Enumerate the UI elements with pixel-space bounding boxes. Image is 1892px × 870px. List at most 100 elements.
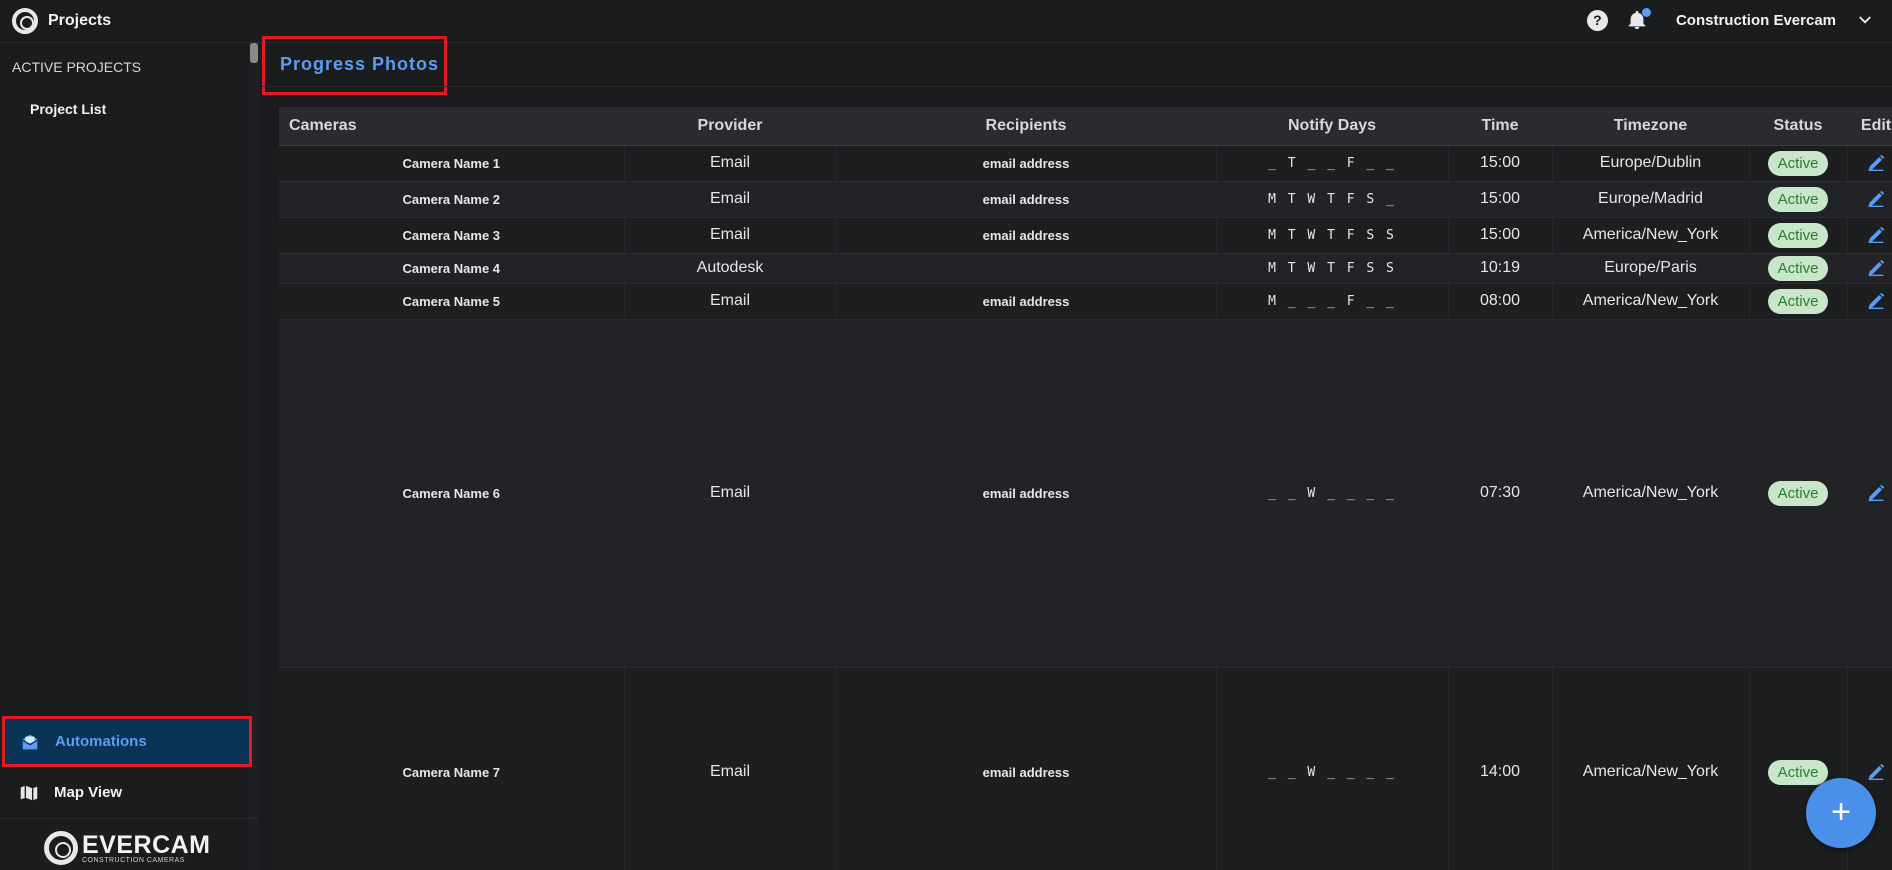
- column-header[interactable]: Recipients: [836, 107, 1216, 146]
- time-cell: 07:30: [1448, 319, 1553, 667]
- status-badge: Active: [1767, 186, 1829, 212]
- automations-table: Cameras Provider Recipients Notify Days …: [279, 107, 1892, 870]
- time-cell: 08:00: [1448, 283, 1553, 319]
- camera-name-cell: Camera Name 2: [279, 181, 625, 217]
- recipients-cell: email address: [836, 319, 1217, 667]
- status-cell: Active: [1749, 181, 1848, 217]
- provider-cell: Email: [624, 145, 837, 181]
- edit-cell: [1847, 181, 1892, 217]
- notify-days-cell: M _ _ _ F _ _: [1216, 283, 1449, 319]
- add-automation-button[interactable]: +: [1806, 778, 1876, 848]
- pencil-icon[interactable]: [1865, 152, 1887, 174]
- column-header[interactable]: Timezone: [1552, 107, 1749, 146]
- projects-link[interactable]: Projects: [12, 8, 111, 34]
- provider-cell: Autodesk: [624, 253, 837, 283]
- table-row[interactable]: Camera Name 7 Email email address _ _ W _ _…: [279, 667, 1892, 870]
- column-header: Edit: [1847, 107, 1892, 146]
- camera-name-cell: Camera Name 7: [279, 667, 625, 870]
- timezone-cell: Europe/Dublin: [1552, 145, 1750, 181]
- column-header[interactable]: Status: [1749, 107, 1847, 146]
- notify-days-cell: _ T _ _ F _ _: [1216, 145, 1449, 181]
- time-cell: 15:00: [1448, 145, 1553, 181]
- evercam-footer-logo: EVERCAM CONSTRUCTION CAMERAS: [44, 831, 211, 865]
- sidebar-item-project-list[interactable]: Project List: [30, 101, 106, 117]
- table-header-row: Cameras Provider Recipients Notify Days …: [279, 107, 1892, 146]
- notify-days-cell: _ _ W _ _ _ _: [1216, 667, 1449, 870]
- time-cell: 14:00: [1448, 667, 1553, 870]
- time-cell: 15:00: [1448, 217, 1553, 253]
- provider-cell: Email: [624, 319, 837, 667]
- evercam-logo-icon: [12, 8, 38, 34]
- timezone-cell: America/New_York: [1552, 283, 1750, 319]
- status-cell: Active: [1749, 283, 1848, 319]
- sidebar-item-label: Automations: [55, 733, 147, 750]
- sidebar-item-map-view[interactable]: Map View: [2, 767, 252, 818]
- help-icon[interactable]: ?: [1586, 9, 1608, 31]
- edit-cell: [1847, 217, 1892, 253]
- pencil-icon[interactable]: [1865, 224, 1887, 246]
- page-title: Progress Photos: [280, 54, 440, 74]
- camera-name-cell: Camera Name 4: [279, 253, 625, 283]
- sidebar-footer: EVERCAM CONSTRUCTION CAMERAS: [0, 818, 259, 870]
- user-menu-name[interactable]: Construction Evercam: [1676, 12, 1836, 29]
- active-projects-label: ACTIVE PROJECTS: [12, 59, 142, 75]
- table-row[interactable]: Camera Name 2 Email email address M T W T F…: [279, 181, 1892, 217]
- chevron-down-icon[interactable]: [1856, 11, 1874, 29]
- column-header[interactable]: Cameras: [279, 107, 624, 146]
- notify-days-cell: M T W T F S S: [1216, 217, 1449, 253]
- status-badge: Active: [1767, 288, 1829, 314]
- title-divider: [262, 86, 1892, 87]
- status-badge: Active: [1767, 222, 1829, 248]
- map-icon: [20, 785, 38, 800]
- notify-days-cell: M T W T F S S: [1216, 253, 1449, 283]
- recipients-cell: email address: [836, 217, 1217, 253]
- pencil-icon[interactable]: [1865, 257, 1887, 279]
- sidebar-item-automations[interactable]: Automations: [2, 716, 252, 767]
- notify-days-cell: _ _ W _ _ _ _: [1216, 319, 1449, 667]
- table-row[interactable]: Camera Name 3 Email email address M T W T F…: [279, 217, 1892, 253]
- timezone-cell: Europe/Paris: [1552, 253, 1750, 283]
- table-row[interactable]: Camera Name 1 Email email address _ T _ _ F…: [279, 145, 1892, 181]
- evercam-mark-icon: [44, 831, 78, 865]
- notification-bell-icon[interactable]: [1626, 8, 1651, 31]
- pencil-icon[interactable]: [1865, 482, 1887, 504]
- time-cell: 15:00: [1448, 181, 1553, 217]
- camera-name-cell: Camera Name 5: [279, 283, 625, 319]
- column-header[interactable]: Provider: [624, 107, 836, 146]
- camera-name-cell: Camera Name 1: [279, 145, 625, 181]
- recipients-cell: email address: [836, 283, 1217, 319]
- pencil-icon[interactable]: [1865, 290, 1887, 312]
- column-header[interactable]: Notify Days: [1216, 107, 1448, 146]
- recipients-cell: email address: [836, 145, 1217, 181]
- camera-name-cell: Camera Name 6: [279, 319, 625, 667]
- status-badge: Active: [1767, 255, 1829, 281]
- status-cell: Active: [1749, 145, 1848, 181]
- column-header[interactable]: Time: [1448, 107, 1552, 146]
- recipients-cell: email address: [836, 181, 1217, 217]
- provider-cell: Email: [624, 217, 837, 253]
- provider-cell: Email: [624, 181, 837, 217]
- status-badge: Active: [1767, 759, 1829, 785]
- timezone-cell: America/New_York: [1552, 319, 1750, 667]
- recipients-cell: email address: [836, 667, 1217, 870]
- edit-cell: [1847, 319, 1892, 667]
- provider-cell: Email: [624, 283, 837, 319]
- status-badge: Active: [1767, 480, 1829, 506]
- timezone-cell: America/New_York: [1552, 217, 1750, 253]
- table-row[interactable]: Camera Name 5 Email email address M _ _ _ F…: [279, 283, 1892, 319]
- table-row[interactable]: Camera Name 6 Email email address _ _ W _ _…: [279, 319, 1892, 667]
- pencil-icon[interactable]: [1865, 761, 1887, 783]
- status-cell: Active: [1749, 253, 1848, 283]
- sidebar-scroll-thumb[interactable]: [250, 43, 258, 63]
- pencil-icon[interactable]: [1865, 188, 1887, 210]
- edit-cell: [1847, 145, 1892, 181]
- time-cell: 10:19: [1448, 253, 1553, 283]
- provider-cell: Email: [624, 667, 837, 870]
- logo-wordmark: EVERCAM: [82, 830, 211, 859]
- status-badge: Active: [1767, 150, 1829, 176]
- edit-cell: [1847, 283, 1892, 319]
- timezone-cell: America/New_York: [1552, 667, 1750, 870]
- timezone-cell: Europe/Madrid: [1552, 181, 1750, 217]
- camera-name-cell: Camera Name 3: [279, 217, 625, 253]
- table-row[interactable]: Camera Name 4 Autodesk M T W T F S S 10:19 E…: [279, 253, 1892, 283]
